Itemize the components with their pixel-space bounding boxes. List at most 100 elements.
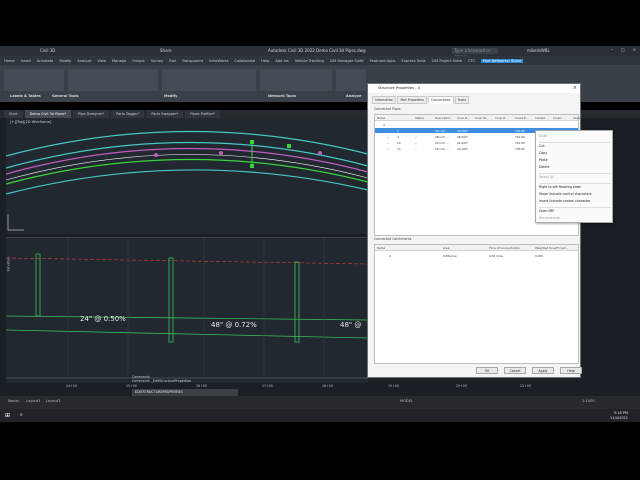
column-header[interactable]: Centerl... bbox=[535, 116, 548, 120]
ribbon-tab[interactable]: Insert bbox=[21, 59, 31, 63]
column-header[interactable]: Inner W... bbox=[475, 116, 488, 120]
ribbon-tab[interactable]: View bbox=[97, 59, 106, 63]
ribbon-label-general-tools: General Tools bbox=[52, 94, 79, 98]
ribbon-tab[interactable]: CTC bbox=[468, 59, 475, 63]
column-header[interactable]: Description bbox=[435, 116, 451, 120]
pipe-icon: ⊸ bbox=[387, 128, 390, 133]
context-menu-item[interactable]: Paste bbox=[539, 158, 548, 162]
dialog-tab[interactable]: Part Properties bbox=[397, 96, 427, 104]
ribbon-tab[interactable]: Featured Apps bbox=[370, 59, 396, 63]
ribbon-tab[interactable]: Analyze bbox=[77, 59, 91, 63]
file-tab[interactable]: Parts Tagger* bbox=[111, 110, 145, 118]
column-header[interactable]: Name bbox=[377, 116, 385, 120]
column-header[interactable]: Name bbox=[377, 246, 385, 250]
column-header[interactable]: Crown ... bbox=[553, 116, 565, 120]
ribbon-tab[interactable]: Survey bbox=[151, 59, 164, 63]
ribbon-tab[interactable]: Vehicle Tracking bbox=[295, 59, 324, 63]
annotation-scale[interactable]: 1:1000 bbox=[582, 399, 595, 403]
ribbon-tab[interactable]: Rail bbox=[169, 59, 176, 63]
ribbon-tab[interactable]: Manage bbox=[112, 59, 126, 63]
pipe-crown bbox=[5, 315, 369, 321]
command-input[interactable]: EDITSTRUCTUREPROPERTIES bbox=[132, 389, 238, 396]
ribbon-tab[interactable]: Modify bbox=[59, 59, 71, 63]
column-header[interactable]: Status bbox=[415, 116, 424, 120]
context-menu-item[interactable]: Delete bbox=[539, 165, 549, 169]
cancel-button[interactable]: Cancel bbox=[504, 367, 526, 374]
profile-label-left: 24" @ 0.50% bbox=[80, 315, 126, 323]
ribbon-tabs: Home Insert Annotate Modify Analyze View Manag… bbox=[0, 56, 640, 65]
file-tab[interactable]: Pipes Profiler* bbox=[185, 110, 220, 118]
column-header[interactable]: Area bbox=[443, 246, 449, 250]
help-button[interactable]: Help bbox=[560, 367, 582, 374]
context-menu-item[interactable]: Open IME bbox=[539, 209, 554, 213]
apply-button[interactable]: Apply bbox=[532, 367, 554, 374]
column-header[interactable]: Weighted Runoff Coef... bbox=[535, 246, 568, 250]
file-tab[interactable]: Pipe Designer* bbox=[73, 110, 110, 118]
catchment-row[interactable]: 4 0.86acres 0.00 mins 0.000 bbox=[375, 253, 578, 258]
status-check-icon: ✓ bbox=[415, 134, 418, 139]
model-space-toggle[interactable]: MODEL bbox=[400, 399, 413, 403]
layout-tab-layout1[interactable]: Layout1 bbox=[26, 399, 41, 403]
context-menu-item[interactable]: Right to left Reading order bbox=[539, 185, 581, 189]
ribbon-tab[interactable]: Help bbox=[261, 59, 269, 63]
ribbon-tab[interactable]: Output bbox=[132, 59, 144, 63]
ribbon-panel-general-tools[interactable] bbox=[68, 69, 158, 91]
plan-viewport[interactable] bbox=[5, 118, 369, 234]
viewport-label[interactable]: [+][Top][2D Wireframe] bbox=[10, 120, 51, 124]
column-header[interactable]: Inner D... bbox=[457, 116, 470, 120]
start-icon[interactable]: ⊞ bbox=[5, 412, 10, 419]
product-label[interactable]: Civil 3D bbox=[40, 48, 55, 53]
share-button[interactable]: Share bbox=[160, 48, 172, 53]
column-header[interactable]: Inner H... bbox=[495, 116, 508, 120]
file-tab[interactable]: Start bbox=[4, 110, 23, 118]
ribbon-panel-labels-tables[interactable] bbox=[4, 69, 64, 91]
maximize-icon[interactable]: □ bbox=[621, 47, 625, 52]
pipe-diameter: 24.000" bbox=[457, 146, 469, 151]
context-menu-item[interactable]: Insert Unicode control character bbox=[539, 199, 590, 203]
file-tab[interactable]: Parts Swapper* bbox=[146, 110, 184, 118]
pipe-diameter: 48.000" bbox=[457, 134, 469, 139]
ribbon-tab[interactable]: CIM Manager Suite bbox=[330, 59, 364, 63]
ribbon-tab[interactable]: Pipe Networks: Stone bbox=[481, 58, 524, 63]
catchment-area: 0.86acres bbox=[443, 253, 457, 258]
ok-button[interactable]: OK bbox=[476, 367, 498, 374]
connected-catchments-grid[interactable]: Name Area Time of Concentration Weighted Ru… bbox=[374, 244, 579, 364]
ribbon-tab[interactable]: Transparent bbox=[182, 59, 203, 63]
dialog-title: Structure Properties - 4 bbox=[368, 84, 580, 93]
ribbon-tab[interactable]: Express Tools bbox=[402, 59, 426, 63]
ribbon-label-analyze: Analyze bbox=[346, 94, 362, 98]
ribbon-tab[interactable]: Annotate bbox=[37, 59, 53, 63]
dialog-tab[interactable]: Information bbox=[372, 96, 397, 104]
user-name[interactable]: mikerbWBL bbox=[527, 48, 550, 53]
column-header[interactable]: Time of Concentration bbox=[489, 246, 520, 250]
search-icon[interactable]: ⌕ bbox=[20, 412, 23, 418]
context-menu-item[interactable]: Cut bbox=[539, 144, 545, 148]
ribbon-panel-analyze[interactable] bbox=[336, 69, 366, 91]
status-check-icon: ✓ bbox=[415, 146, 418, 151]
column-header[interactable]: Invert E... bbox=[515, 116, 529, 120]
ribbon-tab[interactable]: InfraWorks bbox=[209, 59, 228, 63]
ribbon-tab[interactable]: Collaborate bbox=[234, 59, 255, 63]
close-icon[interactable]: × bbox=[633, 47, 636, 52]
ribbon-tab[interactable]: Home bbox=[4, 59, 15, 63]
column-header[interactable]: Slope bbox=[573, 116, 581, 120]
layout-tab-model[interactable]: Model bbox=[8, 399, 19, 403]
dialog-tab[interactable]: Connections bbox=[427, 96, 454, 104]
system-clock[interactable]: 5:16 PM 11/4/2021 bbox=[610, 411, 628, 420]
ribbon-tab[interactable]: Add-ins bbox=[275, 59, 288, 63]
search-input[interactable]: Type a keyword or phrase bbox=[452, 48, 498, 59]
context-menu-item[interactable]: Show Unicode control characters bbox=[539, 192, 592, 196]
ribbon-panel-network-tools[interactable] bbox=[260, 69, 332, 91]
ribbon-panel-modify[interactable] bbox=[162, 69, 256, 91]
context-menu-item[interactable]: Copy bbox=[539, 151, 547, 155]
minimize-icon[interactable]: – bbox=[611, 47, 613, 52]
dialog-tab[interactable]: Rules bbox=[454, 96, 470, 104]
file-tab[interactable]: Demo Civil 3d Pipes* bbox=[24, 110, 72, 118]
menu-separator bbox=[539, 183, 611, 184]
pipe-root-row[interactable]: 4 bbox=[375, 122, 578, 127]
profile-view[interactable]: 24" @ 0.50% 48" @ 0.72% 48" @ bbox=[5, 237, 369, 383]
layout-tab-layout2[interactable]: Layout2 bbox=[46, 399, 61, 403]
profile-structure bbox=[35, 253, 41, 317]
ribbon-tab[interactable]: CIM Project Suite bbox=[432, 59, 462, 63]
dialog-close-icon[interactable]: × bbox=[573, 85, 577, 91]
